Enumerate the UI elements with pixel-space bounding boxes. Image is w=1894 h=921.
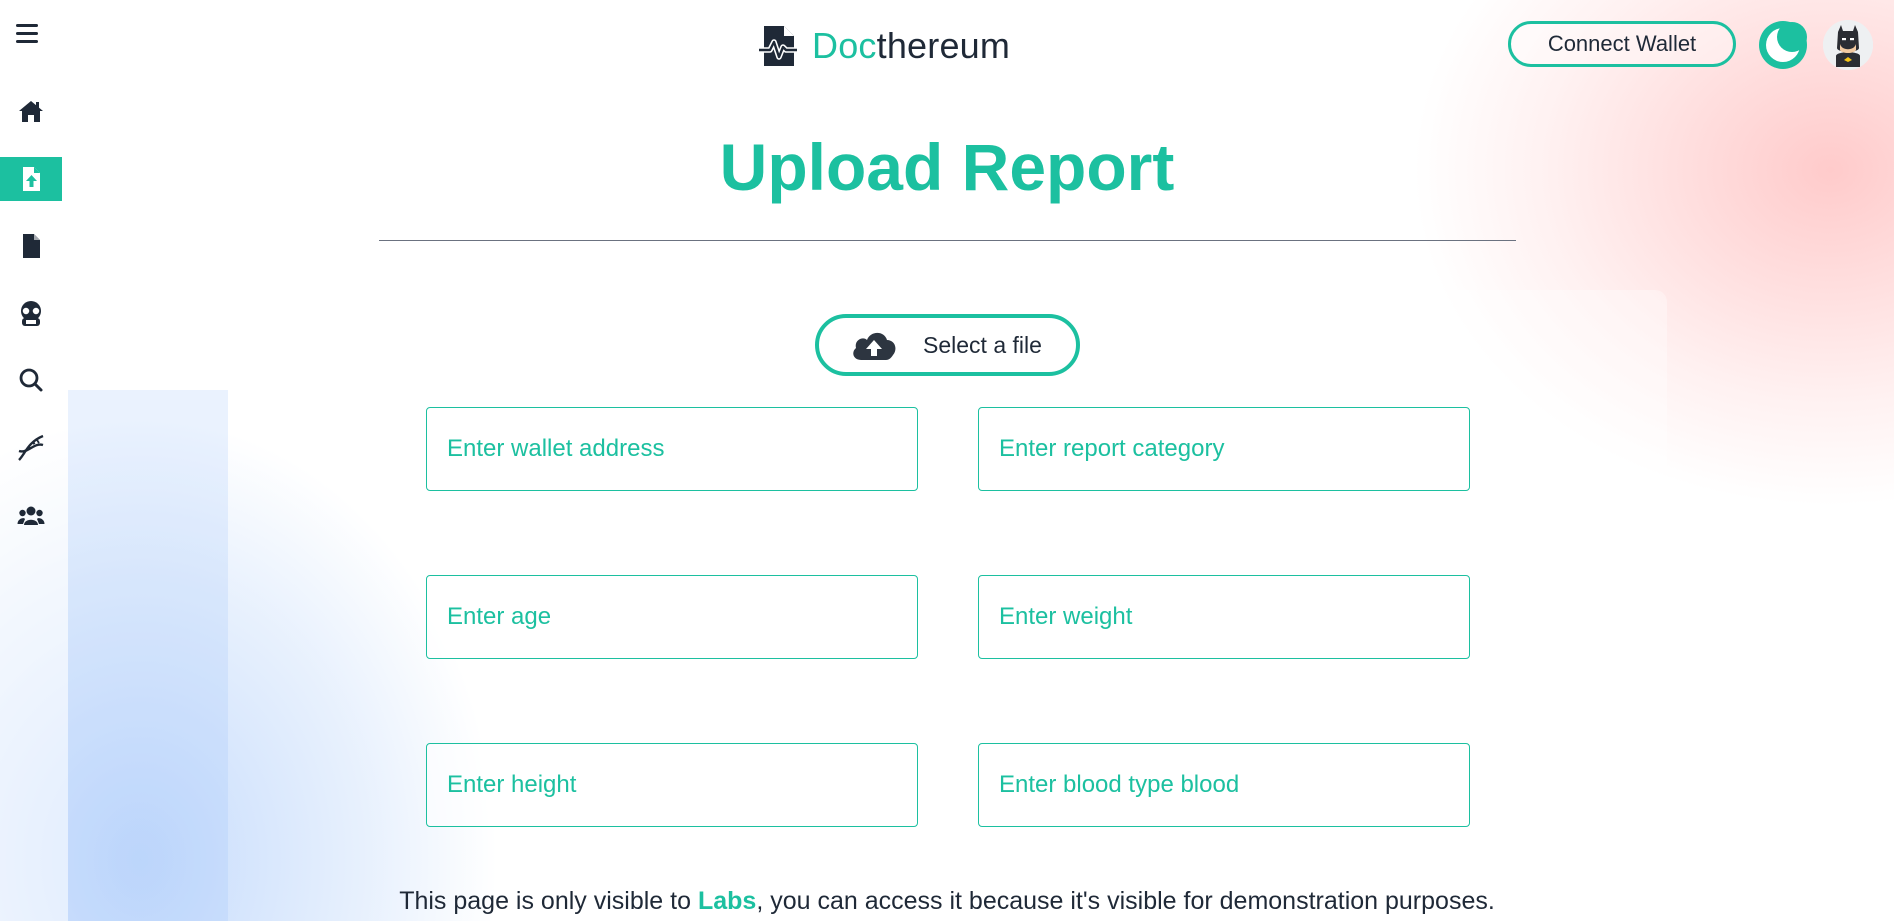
height-input[interactable] — [426, 743, 918, 827]
divider — [379, 240, 1516, 241]
dna-icon — [18, 434, 44, 461]
sidebar-item-doctors[interactable] — [0, 292, 62, 336]
theme-toggle[interactable] — [1758, 20, 1808, 70]
notice-role: Labs — [697, 887, 757, 915]
avatar[interactable] — [1823, 20, 1873, 70]
connect-wallet-button[interactable]: Connect Wallet — [1508, 21, 1736, 67]
age-input[interactable] — [426, 575, 918, 659]
sidebar-item-search[interactable] — [0, 358, 62, 402]
sidebar-item-reports[interactable] — [0, 224, 62, 268]
visibility-notice: This page is only visible to Labs, you c… — [0, 884, 1894, 918]
app-name: Docthereum — [812, 25, 1010, 67]
sidebar-item-users[interactable] — [0, 494, 62, 538]
app-name-rest: thereum — [876, 25, 1011, 66]
file-icon — [23, 234, 40, 258]
page-title: Upload Report — [719, 130, 1175, 204]
select-file-button[interactable]: Select a file — [815, 314, 1080, 376]
batman-avatar-icon — [1823, 20, 1873, 70]
search-icon — [19, 368, 43, 392]
menu-icon[interactable] — [10, 16, 44, 50]
background-panel — [68, 390, 228, 921]
weight-input[interactable] — [978, 575, 1470, 659]
app-name-accent: Doc — [812, 25, 877, 66]
sidebar-item-dna[interactable] — [0, 426, 62, 470]
report-category-input[interactable] — [978, 407, 1470, 491]
blood-type-input[interactable] — [978, 743, 1470, 827]
doctor-icon — [21, 301, 41, 326]
app-logo[interactable]: Docthereum — [758, 22, 1010, 70]
medical-file-icon — [758, 24, 798, 68]
cloud-upload-icon — [853, 332, 896, 360]
users-icon — [17, 506, 45, 525]
wallet-address-input[interactable] — [426, 407, 918, 491]
notice-text-start: This page is only visible to — [399, 887, 698, 915]
moon-icon — [1759, 21, 1807, 69]
home-icon — [19, 101, 43, 122]
select-file-label: Select a file — [923, 331, 1042, 358]
page: Docthereum Connect Wallet Upload Report … — [0, 0, 1894, 921]
notice-text-end: , you can access it because it's visible… — [756, 887, 1495, 915]
